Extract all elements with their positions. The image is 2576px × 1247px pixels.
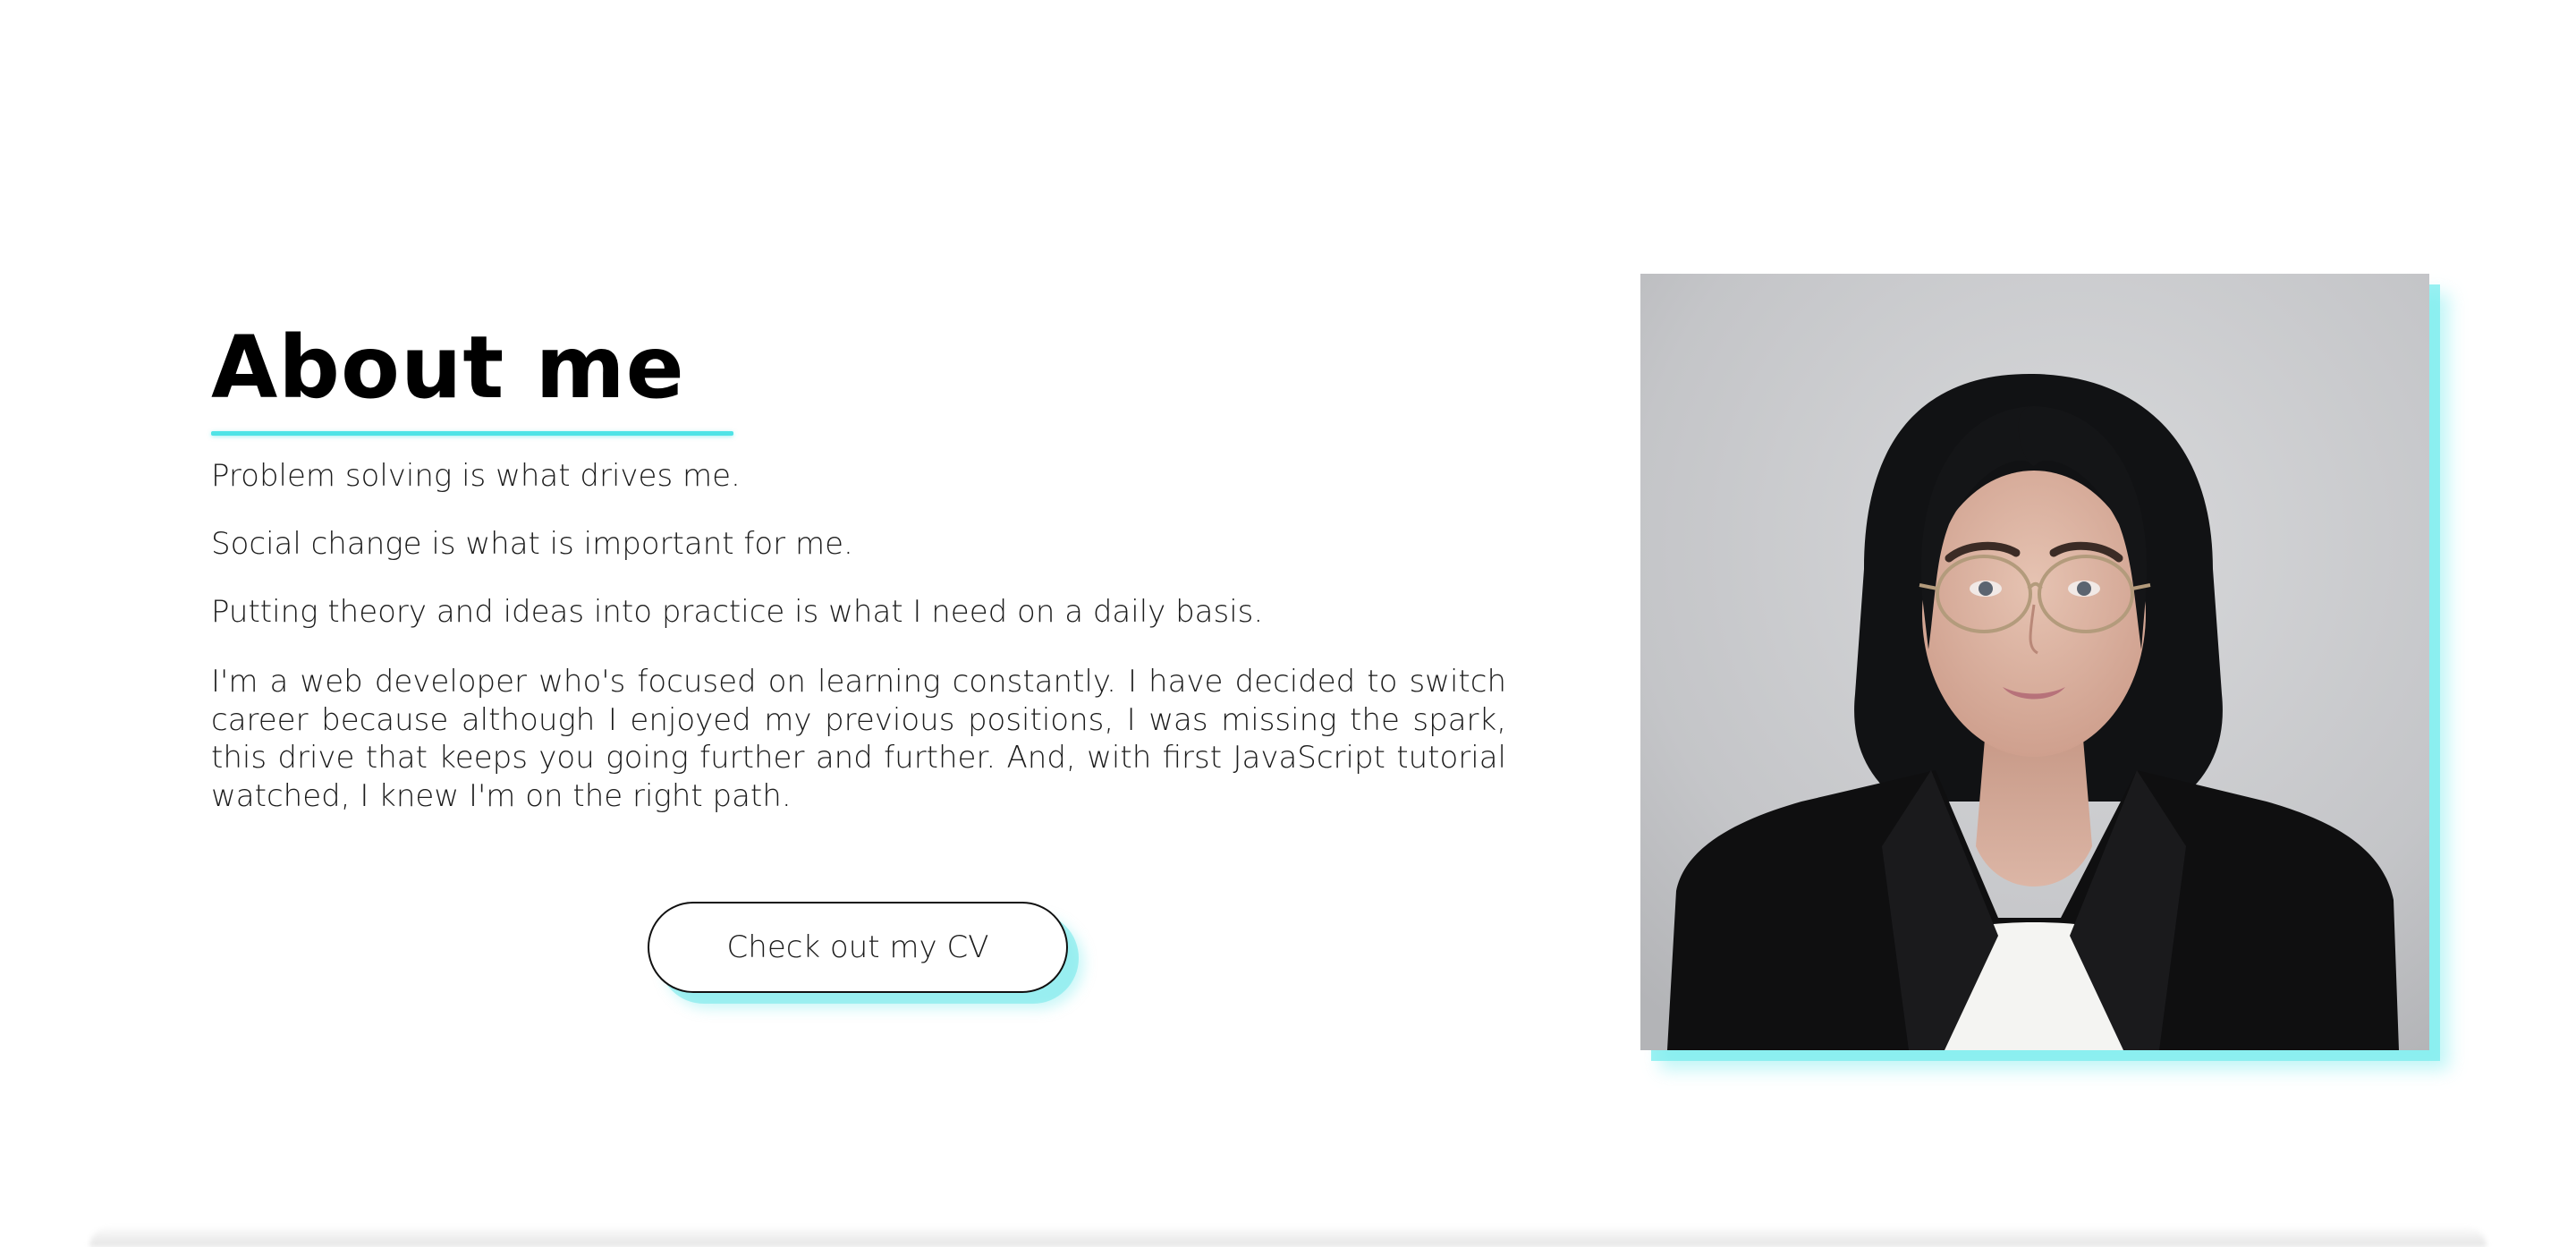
about-paragraphs: Problem solving is what drives me. Socia… [211, 457, 1506, 815]
about-bio: I'm a web developer who's focused on lea… [211, 664, 1506, 814]
portrait-illustration [1640, 274, 2429, 1050]
heading-wrap: About me [211, 318, 1506, 437]
about-paragraph-2: Social change is what is important for m… [211, 526, 853, 562]
section-divider-shadow [89, 1227, 2487, 1247]
about-paragraph-3: Putting theory and ideas into practice i… [211, 594, 1264, 630]
heading-underline [211, 431, 733, 436]
about-section: About me Problem solving is what drives … [211, 318, 1506, 845]
about-heading: About me [211, 318, 685, 418]
about-paragraph-1: Problem solving is what drives me. [211, 458, 741, 494]
profile-photo [1640, 274, 2429, 1050]
check-cv-button[interactable]: Check out my CV [648, 902, 1068, 993]
